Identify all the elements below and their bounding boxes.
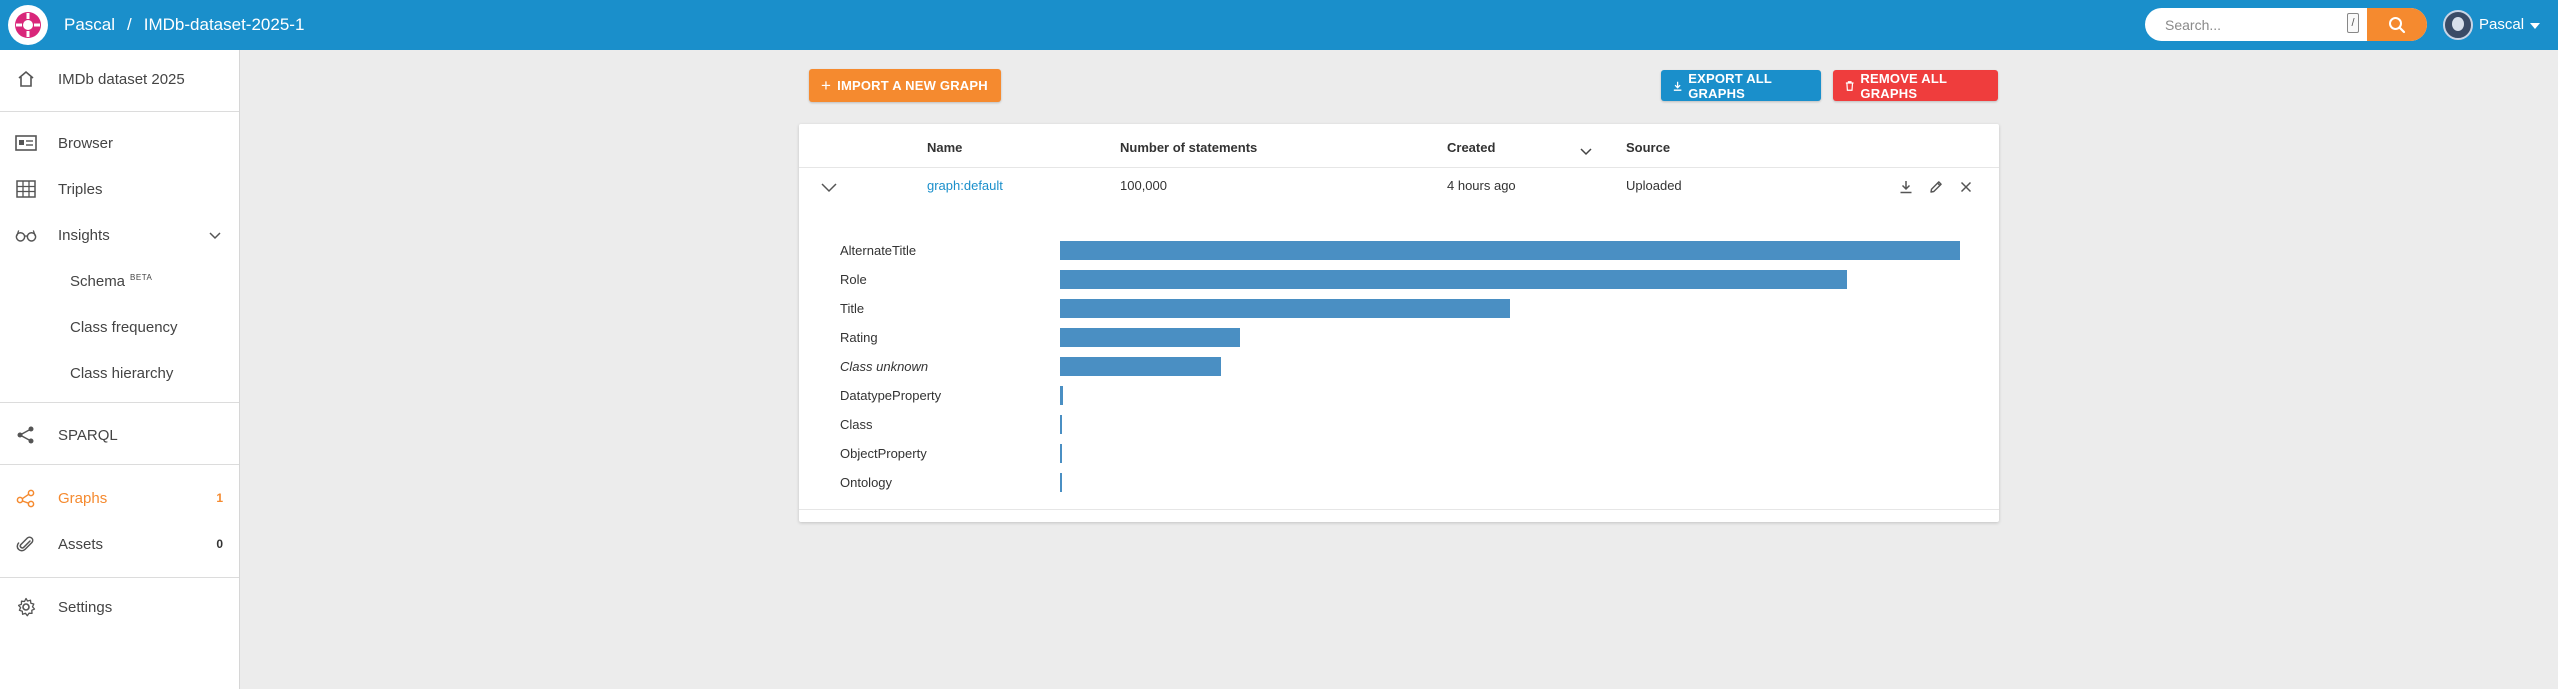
bar-label: ObjectProperty: [840, 446, 927, 461]
sidebar-item-label: SPARQL: [58, 426, 118, 444]
assets-count-badge: 0: [216, 537, 223, 551]
paperclip-icon: [15, 533, 37, 555]
sidebar-item-label: Settings: [58, 598, 113, 616]
sidebar-item-schema[interactable]: Schema BETA: [0, 261, 239, 301]
bar[interactable]: [1060, 415, 1062, 434]
sidebar-divider: [0, 577, 239, 578]
bar[interactable]: [1060, 270, 1847, 289]
bar-label: AlternateTitle: [840, 243, 917, 258]
sidebar-item-label: Assets: [58, 535, 104, 553]
search-shortcut-hint: /: [2347, 13, 2359, 33]
remove-all-graphs-button[interactable]: REMOVE ALL GRAPHS: [1833, 70, 1998, 101]
sidebar-item-triples[interactable]: Triples: [0, 169, 239, 209]
search-button[interactable]: [2367, 8, 2427, 41]
logo-icon: [15, 12, 41, 38]
sidebar-item-label: Schema BETA: [70, 273, 152, 290]
bar-label: Class unknown: [840, 359, 929, 374]
beta-badge: BETA: [130, 272, 153, 282]
avatar: [2443, 9, 2473, 40]
bar-label: Class: [840, 417, 873, 432]
sidebar-item-sparql[interactable]: SPARQL: [0, 415, 239, 455]
bar[interactable]: [1060, 444, 1062, 463]
remove-all-graphs-label: REMOVE ALL GRAPHS: [1860, 70, 1947, 101]
sidebar-item-label: Class frequency: [70, 318, 178, 336]
bar[interactable]: [1060, 357, 1222, 376]
sidebar-item-settings[interactable]: Settings: [0, 587, 239, 627]
sidebar-item-dataset[interactable]: IMDb dataset 2025: [0, 59, 239, 99]
graphs-count-badge: 1: [216, 491, 223, 505]
glasses-icon: [15, 224, 37, 246]
bar-label: DatatypeProperty: [840, 388, 942, 403]
sidebar-item-browser[interactable]: Browser: [0, 123, 239, 163]
plus-icon: +: [821, 76, 832, 95]
breadcrumb-separator: /: [127, 15, 132, 34]
export-all-graphs-label: EXPORT ALL GRAPHS: [1688, 70, 1772, 101]
gear-icon: [15, 596, 37, 618]
bar[interactable]: [1060, 473, 1062, 492]
bar-label: Ontology: [840, 475, 893, 490]
sidebar-item-label: Graphs: [58, 489, 108, 507]
breadcrumb: Pascal / IMDb-dataset-2025-1: [64, 0, 304, 50]
trash-icon: [1845, 80, 1854, 91]
sidebar-item-graphs[interactable]: Graphs 1: [0, 478, 239, 518]
sidebar-item-insights[interactable]: Insights: [0, 215, 239, 255]
sidebar: IMDb dataset 2025 Browser Triples Insigh…: [0, 50, 240, 689]
sidebar-divider: [0, 402, 239, 403]
import-graph-button[interactable]: + IMPORT A NEW GRAPH: [809, 69, 1001, 102]
chevron-down-icon: [2530, 22, 2541, 29]
sidebar-item-label: IMDb dataset 2025: [58, 70, 185, 88]
search-icon: [2389, 16, 2406, 33]
app-logo[interactable]: [8, 5, 48, 45]
breadcrumb-account[interactable]: Pascal: [64, 15, 115, 35]
breadcrumb-dataset[interactable]: IMDb-dataset-2025-1: [144, 15, 305, 35]
bar-label: Title: [840, 301, 865, 316]
user-menu[interactable]: Pascal: [2443, 8, 2541, 41]
search-input[interactable]: [2165, 16, 2345, 33]
import-graph-label: IMPORT A NEW GRAPH: [837, 78, 988, 93]
top-bar: Pascal / IMDb-dataset-2025-1 / Pascal: [0, 0, 2558, 50]
home-icon: [15, 68, 37, 90]
user-name: Pascal: [2479, 16, 2525, 33]
bar[interactable]: [1060, 386, 1064, 405]
sidebar-item-assets[interactable]: Assets 0: [0, 524, 239, 564]
card-bottom-divider: [799, 509, 1999, 510]
bar-label: Role: [840, 272, 867, 287]
graphs-icon: [15, 487, 37, 509]
sidebar-divider: [0, 464, 239, 465]
graphs-table-card: Name Number of statements Created Source…: [799, 124, 1999, 522]
class-frequency-chart: AlternateTitle Role Title Rating Class unkno…: [799, 124, 1999, 522]
sidebar-item-label: Browser: [58, 134, 114, 152]
bar-label: Rating: [840, 330, 878, 345]
chevron-down-icon[interactable]: [209, 227, 221, 244]
sidebar-item-class-hierarchy[interactable]: Class hierarchy: [0, 353, 239, 393]
sidebar-item-class-frequency[interactable]: Class frequency: [0, 307, 239, 347]
sidebar-item-label: Class hierarchy: [70, 364, 174, 382]
bar[interactable]: [1060, 299, 1510, 318]
sidebar-item-label: Triples: [58, 180, 103, 198]
bar[interactable]: [1060, 241, 1960, 260]
schema-label: Schema: [70, 272, 126, 290]
table-icon: [15, 178, 37, 200]
export-all-graphs-button[interactable]: EXPORT ALL GRAPHS: [1661, 70, 1821, 101]
bar[interactable]: [1060, 328, 1240, 347]
sidebar-divider: [0, 111, 239, 112]
share-icon: [15, 424, 37, 446]
download-icon: [1673, 81, 1682, 91]
browser-icon: [15, 132, 37, 154]
sidebar-item-label: Insights: [58, 226, 110, 244]
